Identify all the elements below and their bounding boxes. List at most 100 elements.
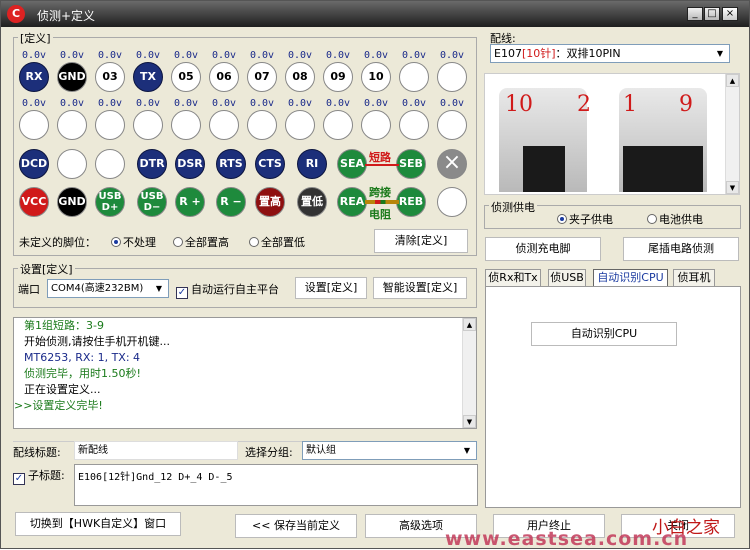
pin-blank[interactable] [247, 110, 277, 140]
tab-rx-tx[interactable]: 侦Rx和Tx [485, 269, 541, 286]
wiring-title-input[interactable]: 新配线 [74, 441, 238, 460]
auto-run-checkbox[interactable]: ✓ 自动运行自主平台 [176, 281, 279, 299]
power-option-battery[interactable]: 电池供电 [647, 211, 703, 227]
tab-usb[interactable]: 侦USB [548, 269, 586, 286]
pin-blank[interactable] [285, 110, 315, 140]
pin-usb-dminus[interactable]: USB D− [137, 187, 167, 217]
maximize-button[interactable]: □ [704, 7, 720, 21]
pin-voltage: 0.0v [59, 50, 85, 61]
tab-earphone[interactable]: 侦耳机 [673, 269, 715, 286]
auto-cpu-button[interactable]: 自动识别CPU [531, 322, 677, 346]
pin-rea[interactable]: REA [337, 187, 367, 217]
undef-option-low[interactable]: 全部置低 [249, 234, 305, 250]
pin-voltage: 0.0v [173, 50, 199, 61]
tab-auto-cpu[interactable]: 自动识别CPU [593, 269, 668, 286]
pin-tx[interactable]: TX [133, 62, 163, 92]
scroll-up-icon[interactable]: ▲ [463, 318, 476, 331]
pin-dcd[interactable]: DCD [19, 149, 49, 179]
pin-05[interactable]: 05 [171, 62, 201, 92]
wiring-code: E107 [494, 47, 522, 60]
pin-blank[interactable] [361, 110, 391, 140]
pin-blank[interactable] [323, 110, 353, 140]
pin-reb[interactable]: REB [396, 187, 426, 217]
photo-label-1: 1 [623, 92, 637, 117]
log-lines: 第1组短路：3-9 开始侦测,请按住手机开机键... MT6253, RX: 1, … [14, 318, 462, 414]
log-line: MT6253, RX: 1, TX: 4 [24, 351, 141, 364]
log-line: >>设置定义完毕! [14, 399, 103, 412]
save-define-button[interactable]: << 保存当前定义 [235, 514, 357, 538]
wiring-select[interactable]: E107[10针]：双排10PIN ▼ [490, 44, 730, 63]
pin-blank-1[interactable] [57, 149, 87, 179]
pin-rts[interactable]: RTS [216, 149, 246, 179]
photo-label-9: 9 [679, 92, 693, 117]
scroll-up-icon[interactable]: ▲ [726, 74, 739, 87]
subtitle-checkbox[interactable]: ✓ 子标题: [13, 467, 65, 485]
pin-blank[interactable] [57, 110, 87, 140]
pin-voltage: 0.0v [173, 98, 199, 109]
minimize-button[interactable]: _ [687, 7, 703, 21]
clear-define-button[interactable]: 清除[定义] [374, 229, 468, 253]
switch-window-button[interactable]: 切换到【HWK自定义】窗口 [15, 512, 181, 536]
jump-label: 跨接 [369, 186, 391, 199]
detect-charge-button[interactable]: 侦测充电脚 [485, 237, 601, 261]
pin-gnd[interactable]: GND [57, 62, 87, 92]
pin-dtr[interactable]: DTR [137, 149, 167, 179]
pin-07[interactable]: 07 [247, 62, 277, 92]
pin-blank[interactable] [171, 110, 201, 140]
pin-blank[interactable] [19, 110, 49, 140]
pin-r-plus[interactable]: R + [175, 187, 205, 217]
title-bar[interactable]: C 侦测+定义 _ □ × [1, 1, 749, 27]
pin-r-minus[interactable]: R − [216, 187, 246, 217]
pin-blank[interactable] [95, 110, 125, 140]
pin-dsr[interactable]: DSR [175, 149, 205, 179]
window-title: 侦测+定义 [37, 9, 96, 23]
pin-usb-dplus[interactable]: USB D+ [95, 187, 125, 217]
subtitle-input[interactable]: E106[12针]Gnd_12 D+_4 D-_5 [74, 464, 478, 506]
pin-seb[interactable]: SEB [396, 149, 426, 179]
pin-10[interactable]: 10 [361, 62, 391, 92]
pin-blank[interactable] [399, 110, 429, 140]
pin-ri[interactable]: RI [297, 149, 327, 179]
power-option-battery-label: 电池供电 [659, 213, 703, 226]
pin-blank-2[interactable] [95, 149, 125, 179]
undef-option-high[interactable]: 全部置高 [173, 234, 229, 250]
group-select[interactable]: 默认组 ▼ [302, 441, 477, 460]
pin-blank[interactable] [209, 110, 239, 140]
pin-set-high[interactable]: 置高 [255, 187, 285, 217]
pin-cts[interactable]: CTS [255, 149, 285, 179]
pin-set-low[interactable]: 置低 [297, 187, 327, 217]
pin-voltage: 0.0v [135, 98, 161, 109]
pin-06[interactable]: 06 [209, 62, 239, 92]
scroll-down-icon[interactable]: ▼ [726, 181, 739, 194]
pin-03[interactable]: 03 [95, 62, 125, 92]
pin-voltage: 0.0v [97, 98, 123, 109]
power-option-clip[interactable]: 夹子供电 [557, 211, 613, 227]
smart-define-button[interactable]: 智能设置[定义] [373, 277, 467, 299]
pin-blank[interactable] [437, 110, 467, 140]
tail-plug-detect-button[interactable]: 尾插电路侦测 [623, 237, 739, 261]
pin-blank-11[interactable] [437, 62, 467, 92]
scroll-down-icon[interactable]: ▼ [463, 415, 476, 428]
settings-group-title: 设置[定义] [18, 261, 75, 277]
close-window-button[interactable]: × [722, 7, 738, 21]
pin-blank[interactable] [133, 110, 163, 140]
pin-09[interactable]: 09 [323, 62, 353, 92]
photo-label-2: 2 [577, 92, 591, 117]
pin-blank-10[interactable] [399, 62, 429, 92]
pin-vcc[interactable]: VCC [19, 187, 49, 217]
pin-voltage: 0.0v [287, 98, 313, 109]
close-icon[interactable]: × [437, 149, 467, 179]
set-define-button[interactable]: 设置[定义] [295, 277, 367, 299]
port-label: 端口 [18, 283, 40, 296]
pin-08[interactable]: 08 [285, 62, 315, 92]
pin-blank[interactable] [437, 187, 467, 217]
pin-rx[interactable]: RX [19, 62, 49, 92]
port-select[interactable]: COM4(高速232BM) ▼ [47, 279, 169, 298]
log-scrollbar[interactable]: ▲ ▼ [462, 318, 476, 428]
pin-sea[interactable]: SEA [337, 149, 367, 179]
undef-option-none[interactable]: 不处理 [111, 234, 156, 250]
photo-scrollbar[interactable]: ▲ ▼ [725, 74, 739, 194]
chevron-down-icon: ▼ [155, 284, 163, 293]
pin-gnd[interactable]: GND [57, 187, 87, 217]
wiring-title-label: 配线标题: [13, 446, 61, 459]
